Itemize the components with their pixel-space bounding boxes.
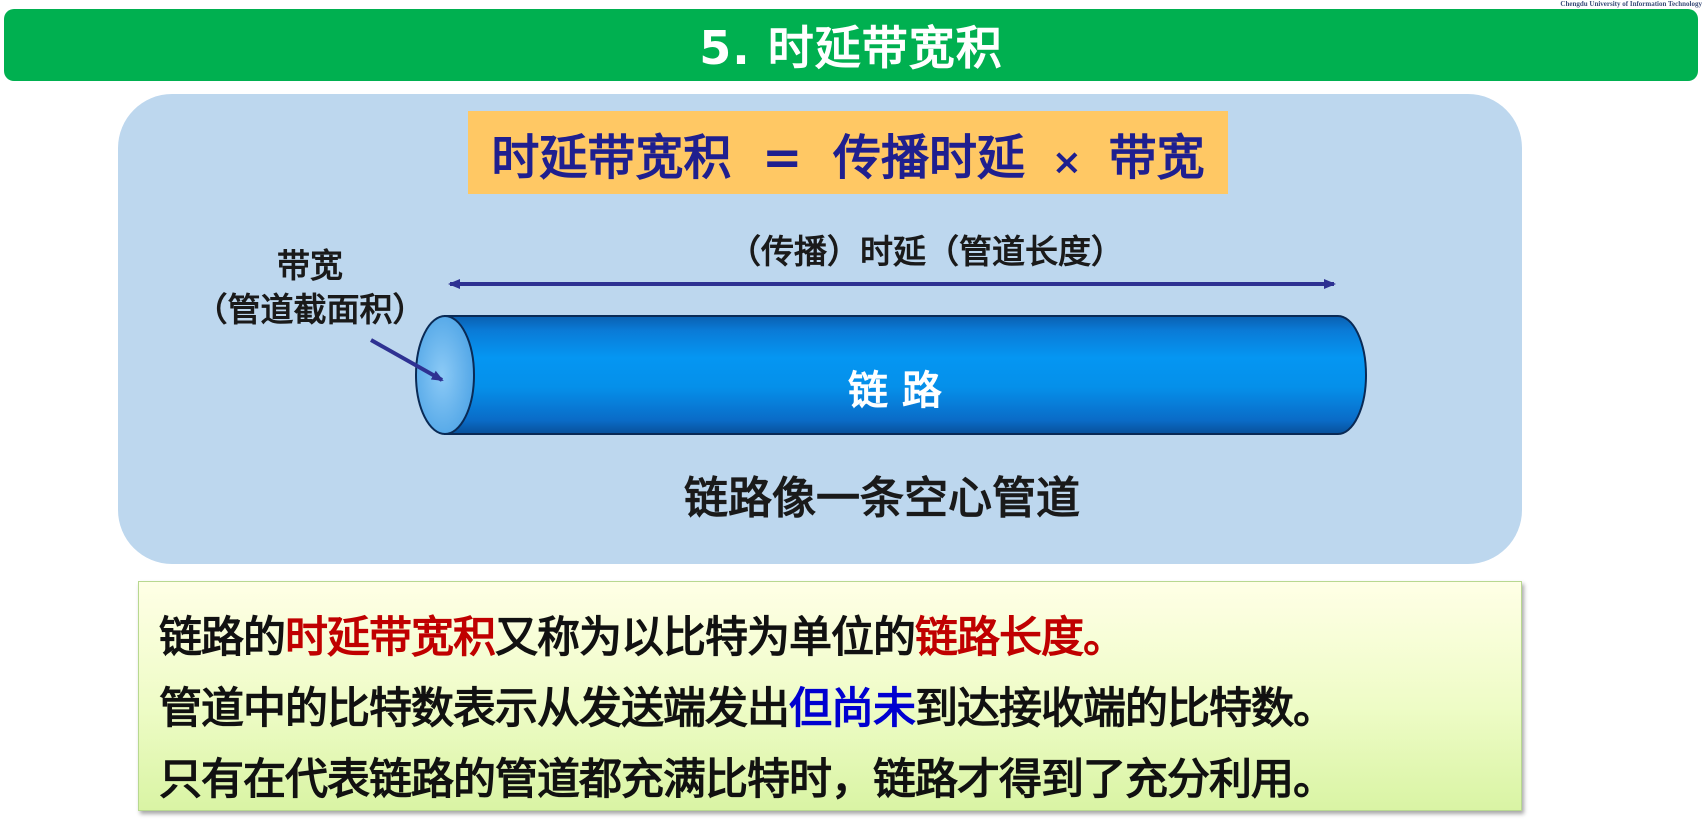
note1-part1: 链路的: [159, 613, 286, 663]
bandwidth-label-line2: （管道截面积）: [194, 290, 426, 329]
bandwidth-label: 带宽 （管道截面积）: [190, 244, 430, 332]
pipe-label: 链 路: [848, 368, 942, 414]
slide: Chengdu University of Information Techno…: [0, 0, 1706, 831]
bandwidth-label-line1: 带宽: [277, 246, 343, 285]
pipe-caption: 链路像一条空心管道: [684, 473, 1080, 524]
note-line-2: 管道中的比特数表示从发送端发出但尚未到达接收端的比特数。: [159, 674, 1336, 736]
note2-part3: 到达接收端的比特数。: [915, 684, 1336, 734]
note2-highlight: 但尚未: [789, 684, 916, 734]
notes-box: 链路的时延带宽积又称为以比特为单位的链路长度。 管道中的比特数表示从发送端发出但…: [138, 581, 1522, 811]
delay-label: （传播）时延（管道长度）: [728, 232, 1124, 271]
pipe-opening: [415, 315, 475, 435]
note1-part3: 又称为以比特为单位的: [495, 613, 916, 663]
note2-part1: 管道中的比特数表示从发送端发出: [159, 684, 790, 734]
note-line-1: 链路的时延带宽积又称为以比特为单位的链路长度。: [159, 603, 1126, 665]
note1-highlight-term: 时延带宽积: [285, 613, 496, 663]
note-line-3: 只有在代表链路的管道都充满比特时，链路才得到了充分利用。: [159, 755, 1336, 805]
note1-highlight-length: 链路长度。: [915, 613, 1126, 663]
